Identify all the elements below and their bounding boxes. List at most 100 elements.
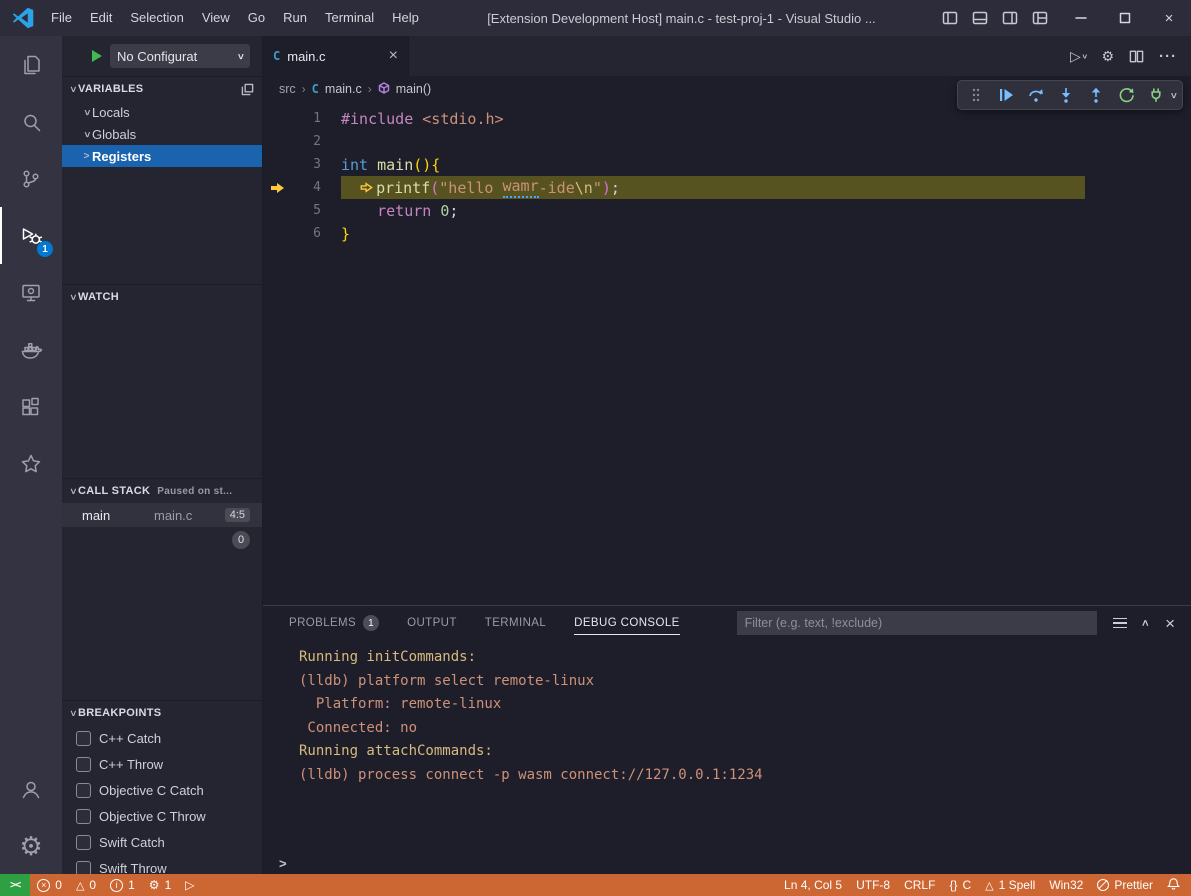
gear-icon[interactable]: ⚙ bbox=[1101, 48, 1114, 65]
panel-tab-terminal[interactable]: TERMINAL bbox=[485, 606, 546, 640]
step-into-button[interactable] bbox=[1051, 82, 1081, 108]
menu-view[interactable]: View bbox=[193, 0, 239, 36]
tab-main-c[interactable]: C main.c × bbox=[263, 36, 409, 76]
checkbox[interactable] bbox=[76, 783, 91, 798]
drag-handle[interactable] bbox=[961, 82, 991, 108]
more-actions-icon[interactable]: ··· bbox=[1159, 48, 1177, 65]
restart-button[interactable] bbox=[1111, 82, 1141, 108]
remote-indicator[interactable]: >< bbox=[0, 874, 30, 896]
views-icon[interactable] bbox=[241, 83, 254, 96]
checkbox[interactable] bbox=[76, 757, 91, 772]
remote-icon: >< bbox=[10, 879, 20, 891]
panel-tab-output[interactable]: OUTPUT bbox=[407, 606, 457, 640]
menu-edit[interactable]: Edit bbox=[81, 0, 121, 36]
breakpoint-row[interactable]: C++ Catch bbox=[62, 725, 262, 751]
menu-run[interactable]: Run bbox=[274, 0, 316, 36]
customize-layout-icon[interactable] bbox=[1025, 0, 1055, 36]
accounts-icon[interactable] bbox=[0, 760, 62, 817]
toggle-secondary-sidebar-icon[interactable] bbox=[995, 0, 1025, 36]
configuration-dropdown[interactable]: No Configurat > bbox=[110, 44, 250, 68]
extensions-icon[interactable] bbox=[0, 378, 62, 435]
platform[interactable]: Win32 bbox=[1042, 874, 1090, 896]
console-output: Running initCommands:(lldb) platform sel… bbox=[263, 640, 1191, 852]
debug-status[interactable]: ▷ bbox=[178, 874, 201, 896]
panel-tab-debug-console[interactable]: DEBUG CONSOLE bbox=[574, 606, 680, 640]
star-icon[interactable] bbox=[0, 435, 62, 492]
notifications[interactable] bbox=[1160, 874, 1187, 896]
breakpoints-header[interactable]: > BREAKPOINTS bbox=[62, 701, 262, 725]
breakpoint-gutter[interactable] bbox=[263, 182, 299, 194]
variables-item-locals[interactable]: >Locals bbox=[62, 101, 262, 123]
breakpoint-row[interactable]: Objective C Catch bbox=[62, 777, 262, 803]
console-input[interactable]: > bbox=[263, 852, 1191, 874]
breadcrumb-file[interactable]: main.c bbox=[325, 82, 362, 96]
code-line[interactable]: 1#include <stdio.h> bbox=[263, 107, 1191, 130]
checkbox[interactable] bbox=[76, 731, 91, 746]
code-editor[interactable]: 1#include <stdio.h>23int main(){4 printf… bbox=[263, 102, 1191, 605]
maximize-button[interactable] bbox=[1103, 0, 1147, 36]
code-line[interactable]: 2 bbox=[263, 130, 1191, 153]
stack-frame-row[interactable]: main main.c 4:5 bbox=[62, 503, 262, 527]
code-line[interactable]: 3int main(){ bbox=[263, 153, 1191, 176]
variables-header[interactable]: > VARIABLES bbox=[62, 77, 262, 101]
language-mode[interactable]: {}C bbox=[942, 874, 978, 896]
explorer-icon[interactable] bbox=[0, 36, 62, 93]
tasks-status[interactable]: ⚙1 bbox=[142, 874, 178, 896]
panel-tab-problems[interactable]: PROBLEMS1 bbox=[289, 606, 379, 640]
breakpoint-row[interactable]: C++ Throw bbox=[62, 751, 262, 777]
step-out-button[interactable] bbox=[1081, 82, 1111, 108]
breakpoint-row[interactable]: Swift Catch bbox=[62, 829, 262, 855]
menu-selection[interactable]: Selection bbox=[121, 0, 192, 36]
minimize-button[interactable] bbox=[1059, 0, 1103, 36]
filter-lines-icon[interactable] bbox=[1113, 618, 1127, 629]
chevron-down-icon[interactable]: > bbox=[1168, 89, 1179, 101]
menu-terminal[interactable]: Terminal bbox=[316, 0, 383, 36]
breadcrumb-folder[interactable]: src bbox=[279, 82, 296, 96]
code-line[interactable]: 6} bbox=[263, 222, 1191, 245]
menu-file[interactable]: File bbox=[42, 0, 81, 36]
variables-item-globals[interactable]: >Globals bbox=[62, 123, 262, 145]
checkbox[interactable] bbox=[76, 861, 91, 875]
encoding[interactable]: UTF-8 bbox=[849, 874, 897, 896]
thread-row[interactable]: 0 bbox=[62, 527, 262, 553]
close-panel-icon[interactable]: × bbox=[1165, 615, 1175, 632]
breakpoint-row[interactable]: Swift Throw bbox=[62, 855, 262, 874]
code-line[interactable]: 4 printf("hello wamr-ide\n"); bbox=[263, 176, 1191, 199]
breadcrumb-symbol[interactable]: main() bbox=[396, 82, 431, 96]
close-tab-icon[interactable]: × bbox=[389, 48, 398, 64]
search-icon[interactable] bbox=[0, 93, 62, 150]
menu-go[interactable]: Go bbox=[239, 0, 274, 36]
warning-count[interactable]: △0 bbox=[69, 874, 103, 896]
info-count[interactable]: i1 bbox=[103, 874, 142, 896]
source-control-icon[interactable] bbox=[0, 150, 62, 207]
continue-button[interactable] bbox=[991, 82, 1021, 108]
checkbox[interactable] bbox=[76, 835, 91, 850]
toggle-primary-sidebar-icon[interactable] bbox=[935, 0, 965, 36]
spell-checker[interactable]: △1 Spell bbox=[978, 874, 1042, 896]
start-debug-icon[interactable] bbox=[92, 50, 102, 62]
eol[interactable]: CRLF bbox=[897, 874, 942, 896]
error-icon: × bbox=[37, 879, 50, 892]
disconnect-button[interactable] bbox=[1141, 82, 1171, 108]
maximize-panel-icon[interactable]: > bbox=[1140, 620, 1152, 626]
variables-item-registers[interactable]: >Registers bbox=[62, 145, 262, 167]
split-editor-icon[interactable] bbox=[1129, 49, 1144, 64]
toggle-panel-icon[interactable] bbox=[965, 0, 995, 36]
call-stack-header[interactable]: > CALL STACK Paused on st... bbox=[62, 479, 262, 503]
prettier[interactable]: Prettier bbox=[1090, 874, 1160, 896]
docker-icon[interactable] bbox=[0, 321, 62, 378]
error-count[interactable]: ×0 bbox=[30, 874, 69, 896]
cursor-position[interactable]: Ln 4, Col 5 bbox=[777, 874, 849, 896]
checkbox[interactable] bbox=[76, 809, 91, 824]
close-button[interactable]: × bbox=[1147, 0, 1191, 36]
run-file-button[interactable]: ▷> bbox=[1070, 48, 1086, 65]
code-line[interactable]: 5 return 0; bbox=[263, 199, 1191, 222]
run-and-debug-icon[interactable]: 1 bbox=[0, 207, 62, 264]
step-over-button[interactable] bbox=[1021, 82, 1051, 108]
remote-explorer-icon[interactable] bbox=[0, 264, 62, 321]
watch-header[interactable]: > WATCH bbox=[62, 285, 262, 309]
settings-gear-icon[interactable]: ⚙ bbox=[0, 817, 62, 874]
console-filter-input[interactable] bbox=[737, 611, 1097, 635]
menu-help[interactable]: Help bbox=[383, 0, 428, 36]
breakpoint-row[interactable]: Objective C Throw bbox=[62, 803, 262, 829]
